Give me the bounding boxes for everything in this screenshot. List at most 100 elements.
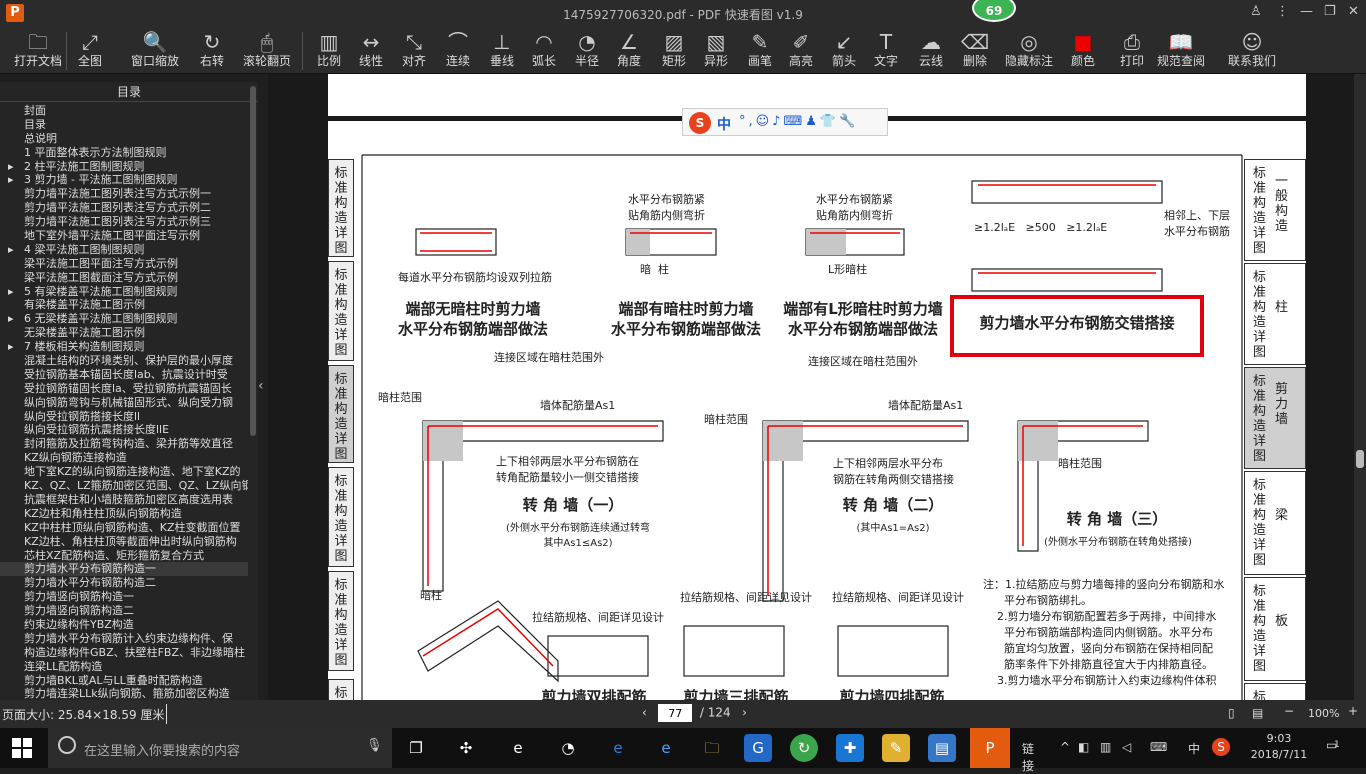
- tool-linear[interactable]: ↔ 线性: [349, 30, 393, 68]
- prev-page-icon[interactable]: ‹: [642, 706, 647, 720]
- page-number-input[interactable]: [658, 704, 693, 722]
- tool-irregular[interactable]: ▧ 异形: [694, 30, 738, 68]
- toc-item[interactable]: KZ边柱和角柱柱顶纵向钢筋构造: [0, 507, 248, 521]
- toc-item[interactable]: 封闭箍筋及拉筋弯钩构造、梁并筋等效直径: [0, 437, 248, 451]
- tool-align[interactable]: ⤡ 对齐: [392, 30, 436, 68]
- tool-rectangle[interactable]: ▨ 矩形: [652, 30, 696, 68]
- toc-item[interactable]: 芯柱XZ配筋构造、矩形箍筋复合方式: [0, 549, 248, 563]
- volume-icon[interactable]: ◁: [1122, 740, 1131, 754]
- tray-app-icon[interactable]: ◧: [1078, 740, 1089, 754]
- toc-item[interactable]: ▸ 7 楼板相关构造制图规则: [0, 340, 248, 354]
- toc-item[interactable]: 剪力墙竖向钢筋构造二: [0, 604, 248, 618]
- tool-scroll[interactable]: 🖱 滚轮翻页: [239, 30, 295, 68]
- ime-indicator[interactable]: 中: [1188, 740, 1200, 757]
- toc-item[interactable]: 梁平法施工图截面注写方式示例: [0, 271, 248, 285]
- tool-continuous[interactable]: ⌒ 连续: [436, 30, 480, 68]
- section-tab[interactable]: 标准构造详图梁: [1244, 471, 1306, 575]
- toc-item[interactable]: 剪力墙水平分布钢筋构造一: [0, 562, 248, 577]
- clock[interactable]: 9:03 2018/7/11: [1248, 731, 1310, 763]
- blue-app-icon[interactable]: ✚: [836, 734, 864, 762]
- tool-delete[interactable]: ⌫ 删除: [953, 30, 997, 68]
- toc-item[interactable]: ▸ 4 梁平法施工图制图规则: [0, 243, 248, 257]
- toc-item[interactable]: 剪力墙水平分布钢筋构造二: [0, 576, 248, 590]
- toc-item[interactable]: 梁平法施工图平面注写方式示例: [0, 257, 248, 271]
- single-page-view-icon[interactable]: ▯: [1228, 706, 1235, 720]
- toc-item[interactable]: 纵向受拉钢筋搭接长度ll: [0, 410, 248, 424]
- tool-angle[interactable]: ∠ 角度: [607, 30, 651, 68]
- toc-item[interactable]: 纵向受拉钢筋抗震搭接长度llE: [0, 423, 248, 437]
- tool-arc-length[interactable]: ◠ 弧长: [522, 30, 566, 68]
- toc-item[interactable]: ▸ 5 有梁楼盖平法施工图制图规则: [0, 285, 248, 299]
- file-explorer-icon[interactable]: 🗀: [698, 734, 726, 762]
- pinwheel-app-icon[interactable]: ✣: [452, 734, 480, 762]
- toc-item[interactable]: 无梁楼盖平法施工图示例: [0, 326, 248, 340]
- chrome-like-icon[interactable]: ◔: [554, 734, 582, 762]
- collapse-sidebar-icon[interactable]: ‹: [258, 378, 264, 394]
- continuous-view-icon[interactable]: ▤: [1252, 706, 1263, 720]
- toc-item[interactable]: 剪力墙水平分布钢筋计入约束边缘构件、保: [0, 632, 248, 646]
- tray-link-text[interactable]: 链接: [1022, 740, 1034, 774]
- tool-hide-marks[interactable]: ◎ 隐藏标注: [1001, 30, 1057, 68]
- zoom-in-icon[interactable]: +: [1348, 704, 1358, 718]
- g-app-icon[interactable]: G: [744, 734, 772, 762]
- toc-item[interactable]: 受拉钢筋基本锚固长度lab、抗震设计时受: [0, 368, 248, 382]
- toc-item[interactable]: 混凝土结构的环境类别、保护层的最小厚度: [0, 354, 248, 368]
- vertical-scrollbar[interactable]: [1354, 74, 1366, 700]
- tool-print[interactable]: ⎙ 打印: [1110, 30, 1154, 68]
- toc-item[interactable]: 地下室KZ的纵向钢筋连接构造、地下室KZ的: [0, 465, 248, 479]
- tool-rotate[interactable]: ↻ 右转: [190, 30, 234, 68]
- toc-item[interactable]: 1 平面整体表示方法制图规则: [0, 146, 248, 160]
- close-button[interactable]: ✕: [1348, 4, 1359, 19]
- toc-item[interactable]: KZ、QZ、LZ箍筋加密区范围、QZ、LZ纵向钢: [0, 479, 248, 493]
- ie-browser-icon[interactable]: e: [504, 734, 532, 762]
- tray-chevron-icon[interactable]: ^: [1060, 740, 1070, 754]
- toc-item[interactable]: 构造边缘构件GBZ、扶壁柱FBZ、非边缘暗柱: [0, 646, 248, 660]
- doc-app-icon[interactable]: ▤: [928, 734, 956, 762]
- pdf-viewer-taskbar-icon[interactable]: P: [970, 728, 1010, 768]
- toc-item[interactable]: 剪力墙竖向钢筋构造一: [0, 590, 248, 604]
- toc-item[interactable]: KZ边柱、角柱柱顶等截面伸出时纵向钢筋构: [0, 535, 248, 549]
- section-tab[interactable]: 标准构造详图 剪力墙: [1244, 367, 1306, 469]
- toc-item[interactable]: 封面: [0, 104, 248, 118]
- tool-pen[interactable]: ✎ 画笔: [738, 30, 782, 68]
- ime-toolbar[interactable]: S 中 °,☺♪⌨♟👕🔧: [682, 108, 888, 136]
- pdf-viewer[interactable]: S 中 °,☺♪⌨♟👕🔧 标准构造详图 标准构造详图 标准构造详图 标准构造详图…: [268, 74, 1354, 700]
- tool-standards[interactable]: 📖 规范查阅: [1153, 30, 1209, 68]
- tool-zoom-window[interactable]: 🔍 窗口缩放: [127, 30, 183, 68]
- toc-item[interactable]: 纵向钢筋弯钩与机械锚固形式、纵向受力钢: [0, 396, 248, 410]
- tool-contact[interactable]: ☺ 联系我们: [1224, 30, 1280, 68]
- zoom-out-icon[interactable]: −: [1284, 704, 1294, 718]
- ime-tools[interactable]: °,☺♪⌨♟👕🔧: [739, 114, 858, 129]
- maximize-button[interactable]: ❐: [1324, 4, 1336, 19]
- toc-item[interactable]: 剪力墙BKL或AL与LL重叠时配筋构造: [0, 674, 248, 688]
- toc-item[interactable]: 抗震框架柱和小墙肢箍筋加密区高度选用表: [0, 493, 248, 507]
- expand-arrow-icon[interactable]: ▸: [0, 312, 24, 326]
- windows-start-icon[interactable]: [12, 738, 32, 758]
- section-tab[interactable]: 标楼: [1244, 683, 1306, 700]
- toc-item[interactable]: KZ中柱柱顶纵向钢筋构造、KZ柱变截面位置: [0, 521, 248, 535]
- sogou-logo-icon[interactable]: S: [689, 112, 711, 134]
- toc-item[interactable]: 总说明: [0, 132, 248, 146]
- tool-fit[interactable]: ⤢ 全图: [68, 30, 112, 68]
- menu-icon[interactable]: ⋮: [1276, 4, 1289, 19]
- minimize-button[interactable]: —: [1300, 4, 1313, 19]
- toc-item[interactable]: 剪力墙平法施工图列表注写方式示例三: [0, 215, 248, 229]
- user-icon[interactable]: ♙: [1250, 4, 1262, 19]
- toc-item[interactable]: 连梁LL配筋构造: [0, 660, 248, 674]
- expand-arrow-icon[interactable]: ▸: [0, 340, 24, 354]
- toc-item[interactable]: 地下室外墙平法施工图平面注写示例: [0, 229, 248, 243]
- toc-item[interactable]: 剪力墙平法施工图列表注写方式示例二: [0, 201, 248, 215]
- edge-icon[interactable]: e: [604, 734, 632, 762]
- sogou-tray-icon[interactable]: S: [1212, 738, 1230, 756]
- tool-perpendicular[interactable]: ⊥ 垂线: [480, 30, 524, 68]
- toc-item[interactable]: KZ纵向钢筋连接构造: [0, 451, 248, 465]
- expand-arrow-icon[interactable]: ▸: [0, 285, 24, 299]
- keyboard-icon[interactable]: ⌨: [1150, 740, 1167, 754]
- notes-app-icon[interactable]: ✎: [882, 734, 910, 762]
- microphone-icon[interactable]: 🎙: [366, 738, 383, 753]
- task-view-icon[interactable]: ❐: [402, 734, 430, 762]
- tool-cloud[interactable]: ☁ 云线: [909, 30, 953, 68]
- toc-item[interactable]: 目录: [0, 118, 248, 132]
- toc-item[interactable]: ▸ 6 无梁楼盖平法施工图制图规则: [0, 312, 248, 326]
- tool-color[interactable]: ■ 颜色: [1061, 30, 1105, 68]
